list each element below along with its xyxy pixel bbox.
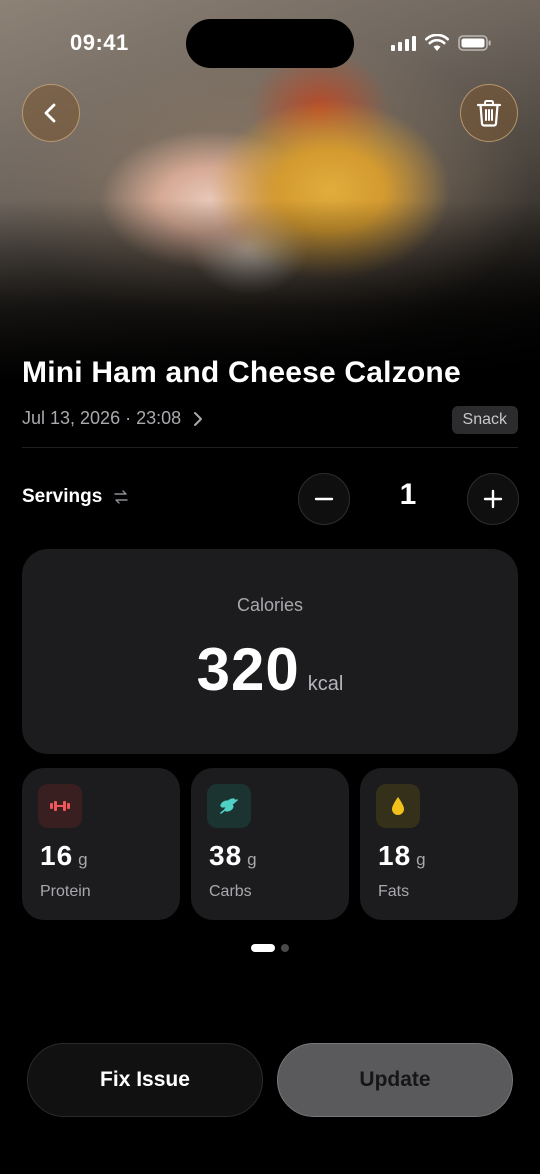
status-time: 09:41 — [70, 30, 129, 55]
divider — [22, 447, 518, 448]
decrease-servings-button[interactable] — [298, 473, 350, 525]
protein-unit: g — [78, 850, 88, 869]
chevron-left-icon — [44, 103, 56, 123]
fats-value: 18 — [378, 840, 412, 871]
photo-gradient-overlay — [0, 200, 540, 380]
food-title: Mini Ham and Cheese Calzone — [22, 356, 461, 389]
page-dot-active[interactable] — [251, 944, 275, 952]
carbs-label: Carbs — [209, 883, 252, 900]
page-indicator[interactable] — [251, 944, 289, 952]
protein-card[interactable]: 16 g Protein — [22, 768, 180, 920]
cellular-signal-icon — [391, 35, 416, 51]
swap-arrows-icon — [114, 490, 128, 504]
dumbbell-icon — [38, 784, 82, 828]
meal-type-badge[interactable]: Snack — [451, 406, 518, 434]
chevron-right-icon — [194, 411, 203, 426]
fix-issue-button[interactable]: Fix Issue — [27, 1043, 263, 1117]
carbs-unit: g — [247, 850, 257, 869]
wifi-icon — [425, 34, 449, 51]
status-icons — [391, 34, 492, 52]
dynamic-island — [186, 19, 354, 68]
calories-value: 320 — [196, 636, 300, 703]
back-button[interactable] — [22, 84, 80, 142]
carbs-value: 38 — [209, 840, 243, 871]
date-time-text: Jul 13, 2026 · 23:08 — [22, 408, 182, 428]
page-dot[interactable] — [281, 944, 289, 952]
update-button[interactable]: Update — [277, 1043, 513, 1117]
calories-unit: kcal — [307, 673, 344, 695]
servings-text: Servings — [22, 486, 103, 507]
wheat-icon — [207, 784, 251, 828]
servings-value: 1 — [399, 478, 417, 511]
fats-unit: g — [416, 850, 426, 869]
calories-label: Calories — [236, 595, 304, 615]
delete-button[interactable] — [460, 84, 518, 142]
servings-label[interactable]: Servings — [22, 486, 128, 508]
protein-label: Protein — [40, 883, 91, 900]
drop-icon — [376, 784, 420, 828]
battery-icon — [458, 35, 491, 51]
fats-label: Fats — [378, 883, 410, 900]
plus-icon — [483, 489, 503, 509]
date-time-selector[interactable]: Jul 13, 2026 · 23:08 — [22, 408, 203, 429]
increase-servings-button[interactable] — [467, 473, 519, 525]
calories-card[interactable]: Calories 320 kcal — [22, 549, 518, 754]
carbs-card[interactable]: 38 g Carbs — [191, 768, 349, 920]
protein-value: 16 — [40, 840, 74, 871]
trash-icon — [476, 100, 502, 127]
fats-card[interactable]: 18 g Fats — [360, 768, 518, 920]
minus-icon — [314, 497, 334, 501]
